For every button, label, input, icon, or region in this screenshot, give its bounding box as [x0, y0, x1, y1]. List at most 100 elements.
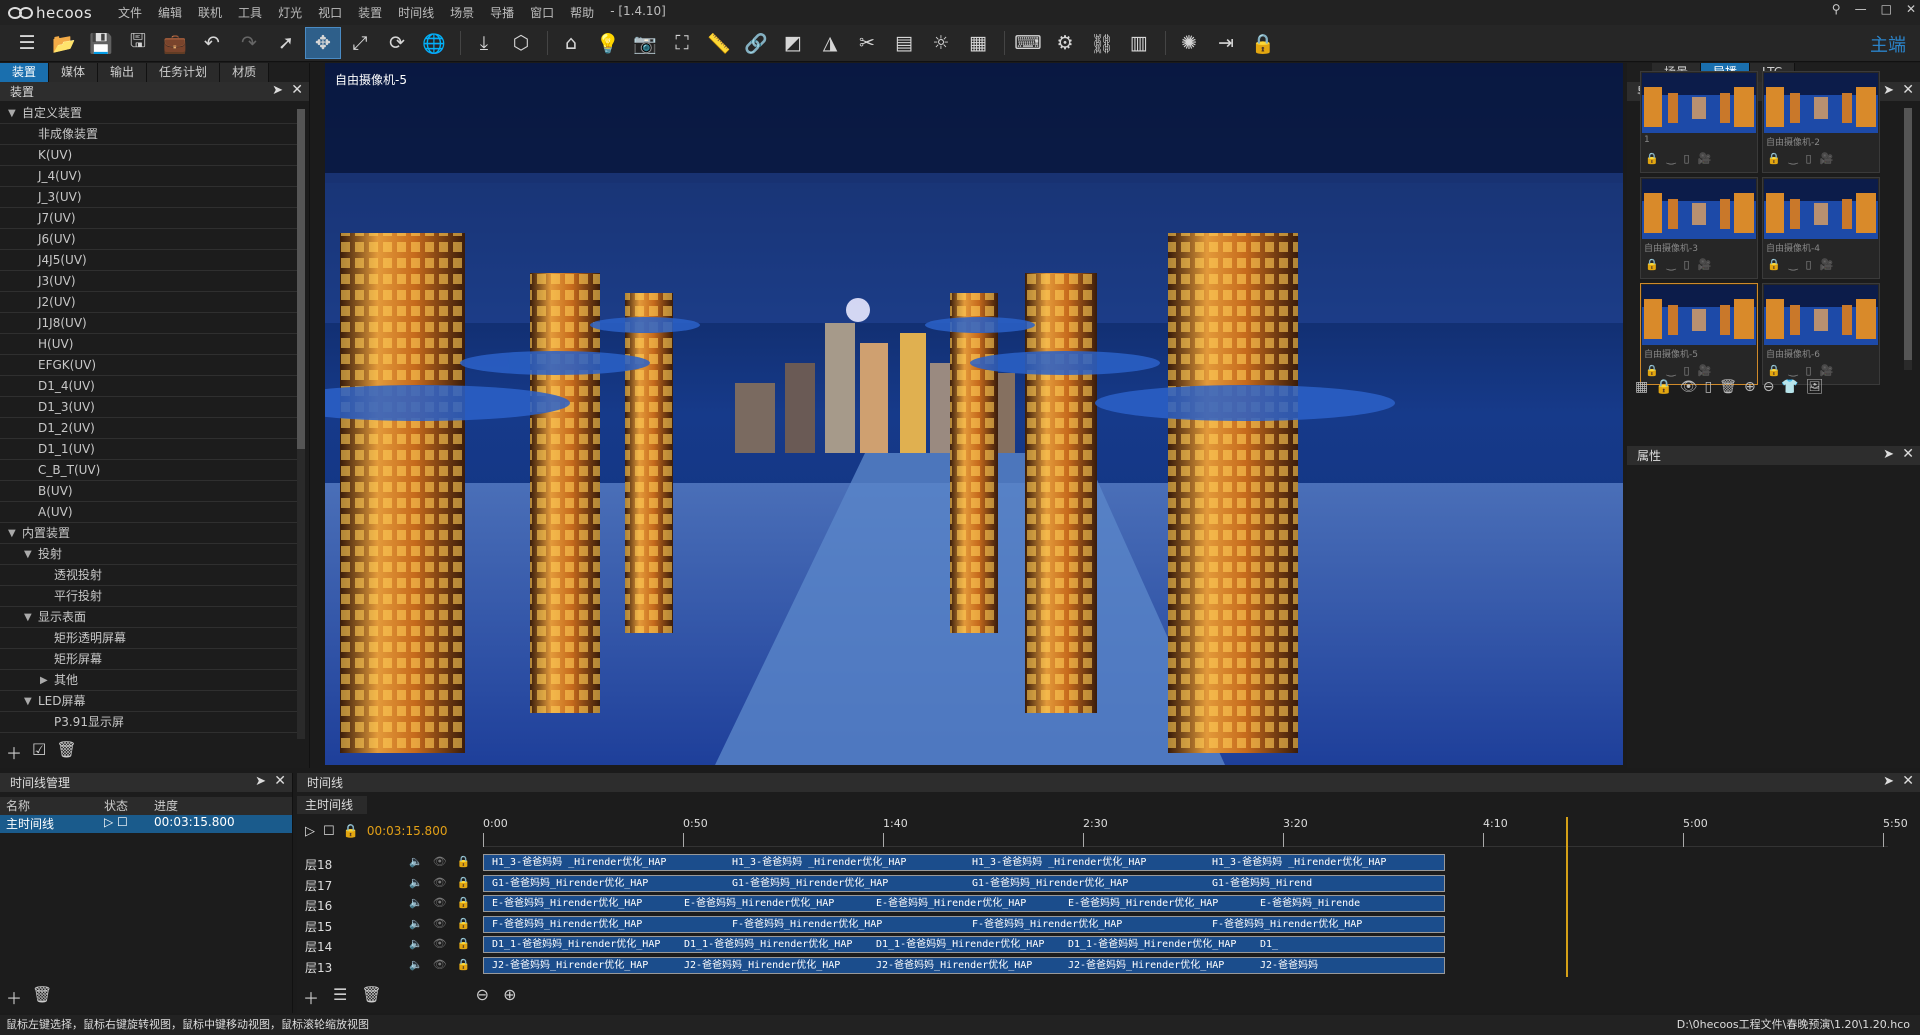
- redo-icon[interactable]: ↷: [232, 28, 266, 58]
- menu-viewport[interactable]: 视口: [310, 4, 350, 21]
- media-clip[interactable]: H1_3-爸爸妈妈 _Hirender优化_HAP: [1212, 855, 1386, 870]
- fps-icon[interactable]: ▤: [887, 28, 921, 58]
- camera-icon[interactable]: 🎥: [1698, 152, 1712, 165]
- camera-icon[interactable]: 🎥: [1820, 258, 1834, 271]
- menu-device[interactable]: 装置: [350, 4, 390, 21]
- tree-item[interactable]: EFGK(UV): [0, 355, 300, 376]
- lock-icon[interactable]: 🔒: [457, 937, 471, 950]
- layout-icon[interactable]: ▦: [961, 28, 995, 58]
- camera-icon[interactable]: 🎥: [1698, 364, 1712, 377]
- tab-output[interactable]: 输出: [98, 63, 148, 82]
- tree-item[interactable]: J7(UV): [0, 208, 300, 229]
- speaker-icon[interactable]: 🔈: [409, 917, 423, 930]
- tree-item[interactable]: J6(UV): [0, 229, 300, 250]
- media-clip[interactable]: E-爸爸妈妈_Hirender优化_HAP: [1068, 896, 1218, 911]
- play-icon[interactable]: ▷: [305, 824, 315, 839]
- media-clip[interactable]: F-爸爸妈妈_Hirender优化_HAP: [492, 917, 642, 932]
- eye-icon[interactable]: 👁: [433, 937, 447, 950]
- media-clip[interactable]: F-爸爸妈妈_Hirender优化_HAP: [972, 917, 1122, 932]
- media-clip[interactable]: G1-爸爸妈妈_Hirend: [1212, 876, 1312, 891]
- eye-icon[interactable]: 👁: [433, 917, 447, 930]
- tree-item[interactable]: ▼ LED屏幕: [0, 691, 300, 712]
- menu-help[interactable]: 帮助: [562, 4, 602, 21]
- sun-icon[interactable]: ✺: [1172, 28, 1206, 58]
- timeline-track[interactable]: 层18 🔈 👁 🔒 H1_3-爸爸妈妈 _Hirender优化_HAP H1_3-爸爸妈妈…: [297, 853, 1920, 873]
- ruler-icon[interactable]: 📏: [702, 28, 736, 58]
- pin-icon[interactable]: ➤: [1883, 774, 1894, 789]
- tree-item[interactable]: J_3(UV): [0, 187, 300, 208]
- move-icon[interactable]: ✥: [305, 27, 341, 59]
- menu-online[interactable]: 联机: [190, 4, 230, 21]
- tree-item[interactable]: D1_4(UV): [0, 376, 300, 397]
- eye-closed-icon[interactable]: ‿: [1667, 152, 1676, 165]
- minimize-button[interactable]: —: [1855, 2, 1867, 16]
- media-clip[interactable]: D1_1-爸爸妈妈_Hirender优化_HAP: [492, 937, 660, 952]
- zoom-out-icon[interactable]: ⊖: [1763, 379, 1775, 395]
- eye-closed-icon[interactable]: ‿: [1667, 258, 1676, 271]
- menu-edit[interactable]: 编辑: [150, 4, 190, 21]
- tree-item[interactable]: D1_3(UV): [0, 397, 300, 418]
- tab-device[interactable]: 装置: [0, 63, 50, 82]
- add-icon[interactable]: ＋: [6, 985, 22, 1009]
- delete-icon[interactable]: 🗑: [56, 740, 76, 764]
- import-icon[interactable]: ⤓: [467, 28, 501, 58]
- zoom-in-icon[interactable]: ⊕: [503, 985, 516, 1009]
- checklist-icon[interactable]: ☑: [32, 740, 46, 764]
- time-ruler[interactable]: 0:00 0:50 1:40 2:30 3:20 4:10 5:00 5:50: [483, 817, 1908, 847]
- speaker-icon[interactable]: 🔈: [409, 958, 423, 971]
- sequence-icon[interactable]: ▥: [1122, 28, 1156, 58]
- close-icon[interactable]: ✕: [1902, 773, 1914, 789]
- undo-icon[interactable]: ↶: [195, 28, 229, 58]
- tree-item[interactable]: H(UV): [0, 334, 300, 355]
- tree-item[interactable]: ▼ 自定义装置: [0, 103, 300, 124]
- timeline-track[interactable]: 层17 🔈 👁 🔒 G1-爸爸妈妈_Hirender优化_HAP G1-爸爸妈妈_Hire…: [297, 874, 1920, 894]
- delete-icon[interactable]: 🗑: [361, 985, 381, 1009]
- zoom-in-icon[interactable]: ⊕: [1744, 379, 1756, 395]
- tree-item[interactable]: D1_1(UV): [0, 439, 300, 460]
- lock-icon[interactable]: 🔒: [457, 958, 471, 971]
- tab-media[interactable]: 媒体: [49, 63, 99, 82]
- save-as-icon[interactable]: 🖫: [121, 28, 155, 58]
- menu-window[interactable]: 窗口: [522, 4, 562, 21]
- tab-main-timeline[interactable]: 主时间线: [297, 796, 367, 814]
- select-icon[interactable]: ➚: [269, 28, 303, 58]
- speaker-icon[interactable]: 🔈: [409, 896, 423, 909]
- speaker-icon[interactable]: 🔈: [409, 937, 423, 950]
- lock-icon[interactable]: 🔒: [457, 896, 471, 909]
- lock-icon[interactable]: 🔒: [1645, 364, 1659, 377]
- add-icon[interactable]: ＋: [6, 740, 22, 764]
- eye-closed-icon[interactable]: ‿: [1667, 364, 1676, 377]
- rotate-icon[interactable]: ⟳: [380, 28, 414, 58]
- keyboard-icon[interactable]: ⌨: [1011, 28, 1045, 58]
- chevron-down-icon[interactable]: ▼: [24, 691, 32, 712]
- camera-thumbnail[interactable]: 自由摄像机-6 🔒 ‿ ▯ 🎥: [1762, 283, 1880, 385]
- image-icon[interactable]: 🖼: [1806, 379, 1824, 395]
- tree-item[interactable]: K(UV): [0, 145, 300, 166]
- menu-director[interactable]: 导播: [482, 4, 522, 21]
- tree-item[interactable]: B(UV): [0, 481, 300, 502]
- export-icon[interactable]: ⇥: [1209, 28, 1243, 58]
- network-icon[interactable]: ⛓: [1085, 28, 1119, 58]
- delete-icon[interactable]: 🗑: [32, 985, 52, 1009]
- menu-lighting[interactable]: 灯光: [270, 4, 310, 21]
- pin-icon[interactable]: ➤: [255, 774, 266, 789]
- tree-item[interactable]: 非成像装置: [0, 124, 300, 145]
- page-icon[interactable]: ▯: [1684, 258, 1690, 271]
- camera-icon[interactable]: 📷: [628, 28, 662, 58]
- eye-closed-icon[interactable]: ‿: [1789, 152, 1798, 165]
- tree-scrollbar[interactable]: [297, 109, 305, 739]
- camera-icon[interactable]: 🎥: [1698, 258, 1712, 271]
- tree-item[interactable]: J4J5(UV): [0, 250, 300, 271]
- tree-item[interactable]: A(UV): [0, 502, 300, 523]
- cube-icon[interactable]: ⬡: [504, 28, 538, 58]
- maximize-button[interactable]: □: [1881, 2, 1892, 16]
- tree-item[interactable]: J1J8(UV): [0, 313, 300, 334]
- media-clip[interactable]: F-爸爸妈妈_Hirender优化_HAP: [732, 917, 882, 932]
- tab-material[interactable]: 材质: [220, 63, 270, 82]
- tree-item[interactable]: D1_2(UV): [0, 418, 300, 439]
- tree-item[interactable]: 矩形屏幕: [0, 649, 300, 670]
- close-icon[interactable]: ✕: [1902, 446, 1914, 462]
- tree-item[interactable]: C_B_T(UV): [0, 460, 300, 481]
- media-clip[interactable]: J2-爸爸妈妈_Hirender优化_HAP: [876, 958, 1032, 973]
- media-clip[interactable]: E-爸爸妈妈_Hirende: [1260, 896, 1360, 911]
